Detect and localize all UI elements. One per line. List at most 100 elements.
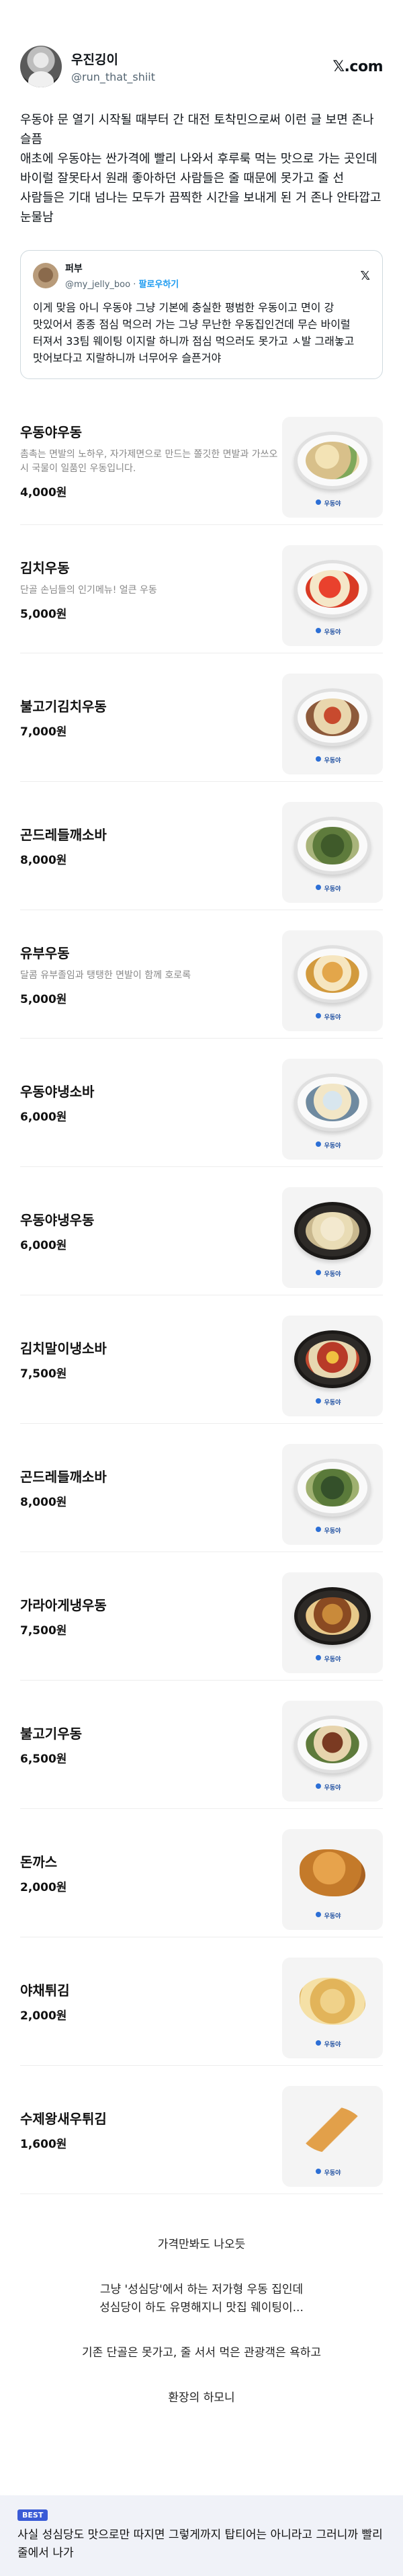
avatar[interactable] [20,46,62,87]
x-icon: 𝕏 [360,268,370,283]
menu-item-name: 수제왕새우튀김 [20,2111,107,2127]
quoted-author-sub: @my_jelly_boo · 팔로우하기 [65,277,360,290]
soup-image [306,827,359,864]
menu-item-photo[interactable]: 우동야 [282,802,383,903]
soup-image [306,1597,359,1635]
menu-item-photo[interactable]: 우동야 [282,1701,383,1802]
menu-item-text: 가라아게냉우동 7,500원 [20,1552,282,1680]
menu-item-name: 가라아게냉우동 [20,1597,107,1613]
menu-item-price: 8,000원 [20,854,67,867]
menu-item-photo[interactable]: 우동야 [282,1572,383,1673]
menu-item[interactable]: 유부우동 달콤 유부졸임과 탱탱한 면발이 함께 호로록 5,000원 우동야 [20,910,383,1039]
quoted-tweet[interactable]: 퍼부 @my_jelly_boo · 팔로우하기 𝕏 이게 맞음 아니 우동야 … [20,250,383,379]
menu-item-text: 김치우동 단골 손님들의 인기메뉴! 얼큰 우동 5,000원 [20,525,282,653]
brand-logo-icon: 우동야 [316,1012,348,1021]
menu-item-photo[interactable]: 우동야 [282,930,383,1031]
menu-item-text: 불고기우동 6,500원 [20,1681,282,1808]
tweet-body: 우동야 문 열기 시작될 때부터 간 대전 토착민으로써 이런 글 보면 존나 … [20,110,383,227]
menu-item-photo[interactable]: 우동야 [282,1316,383,1416]
bowl-image [294,688,371,746]
menu-item[interactable]: 불고기우동 6,500원 우동야 [20,1681,383,1809]
menu-item-text: 곤드레들깨소바 8,000원 [20,1424,282,1552]
menu-item-price: 8,000원 [20,1496,67,1509]
menu-item[interactable]: 우동야우동 촘촉는 면발의 노하우, 자가제면으로 만드는 쫄깃한 면발과 가쓰오… [20,397,383,525]
menu-item-price: 5,000원 [20,992,67,1006]
menu-item-photo[interactable]: 우동야 [282,1958,383,2058]
menu-item-photo[interactable]: 우동야 [282,1059,383,1160]
brand-logo-icon: 우동야 [316,2040,348,2048]
menu-item-description: 달콤 유부졸임과 탱탱한 면발이 함께 호로록 [20,969,191,981]
soup-image [306,570,359,608]
soup-image [306,442,359,479]
menu-item-photo[interactable]: 우동야 [282,674,383,774]
brand-logo-icon: 우동야 [316,1911,348,1920]
menu-item-name: 김치우동 [20,559,70,576]
best-comment: BEST 사실 성심당도 맛으로만 따지면 그렇게까지 탑티어는 아니라고 그러… [0,2495,403,2576]
menu-item-name: 우동야냉소바 [20,1084,95,1100]
menu-item-photo[interactable]: 우동야 [282,417,383,518]
menu-item-text: 야채튀김 2,000원 [20,1937,282,2065]
author-name[interactable]: 우진깅이 [71,50,332,68]
menu-item-photo[interactable]: 우동야 [282,1187,383,1288]
tweet-author: 우진깅이 @run_that_shiit [71,50,332,83]
caption-line-2-3: 그냥 '성심당'에서 하는 저가형 우동 집인데 성심당이 하도 유명해지니 맛… [0,2281,403,2317]
soup-image [306,1340,359,1378]
menu-item-name: 곤드레들깨소바 [20,827,107,843]
menu-item-price: 2,000원 [20,2009,67,2023]
menu-item[interactable]: 곤드레들깨소바 8,000원 우동야 [20,1424,383,1552]
bowl-image [294,817,371,875]
menu-item[interactable]: 야채튀김 2,000원우동야 [20,1937,383,2066]
brand-logo-icon: 우동야 [316,1269,348,1278]
menu-item[interactable]: 우동야냉우동 6,000원우동야 [20,1167,383,1295]
quoted-tweet-header: 퍼부 @my_jelly_boo · 팔로우하기 𝕏 [33,261,370,290]
menu-item-name: 불고기김치우동 [20,698,107,715]
quoted-avatar[interactable] [33,263,58,288]
menu-item-text: 우동야우동 촘촉는 면발의 노하우, 자가제면으로 만드는 쫄깃한 면발과 가쓰오… [20,397,282,524]
menu-item-name: 돈까스 [20,1854,58,1870]
soup-image [306,1084,359,1121]
menu-item-text: 유부우동 달콤 유부졸임과 탱탱한 면발이 함께 호로록 5,000원 [20,910,282,1038]
menu-item[interactable]: 가라아게냉우동 7,500원 우동야 [20,1552,383,1681]
menu-item-text: 돈까스 2,000원 [20,1809,282,1937]
soup-image [306,698,359,736]
menu-item-photo[interactable]: 우동야 [282,1444,383,1545]
menu-item-text: 우동야냉소바 6,000원 [20,1039,282,1166]
quoted-tweet-text: 이게 맞음 아니 우동야 그냥 기본에 충실한 평범한 우동이고 면이 강 맛있… [33,301,355,364]
author-handle[interactable]: @run_that_shiit [71,71,332,83]
bowl-image [294,1330,371,1388]
menu-item-text: 불고기김치우동 7,000원 [20,653,282,781]
menu-item-name: 불고기우동 [20,1726,82,1742]
menu-item[interactable]: 돈까스 2,000원우동야 [20,1809,383,1937]
menu-item[interactable]: 김치우동 단골 손님들의 인기메뉴! 얼큰 우동 5,000원 우동야 [20,525,383,653]
caption-line-1: 가격만봐도 나오듯 [157,2238,246,2251]
menu-item[interactable]: 불고기김치우동 7,000원 우동야 [20,653,383,782]
soup-image [306,1726,359,1763]
bowl-image [294,1459,371,1517]
menu-item[interactable]: 곤드레들깨소바 8,000원 우동야 [20,782,383,910]
menu-item[interactable]: 김치말이냉소바 7,500원 우동야 [20,1295,383,1424]
menu-item-photo[interactable]: 우동야 [282,1829,383,1930]
menu-item[interactable]: 우동야냉소바 6,000원 우동야 [20,1039,383,1167]
menu-item-name: 김치말이냉소바 [20,1340,107,1357]
brand-logo-icon: 우동야 [316,499,348,508]
menu-item-price: 7,000원 [20,725,67,739]
menu-item-price: 7,500원 [20,1624,67,1638]
follow-link[interactable]: 팔로우하기 [138,280,179,290]
menu-item-text: 곤드레들깨소바 8,000원 [20,782,282,910]
menu-list: 우동야우동 촘촉는 면발의 노하우, 자가제면으로 만드는 쫄깃한 면발과 가쓰오… [0,397,403,2194]
menu-item-price: 6,000원 [20,1239,67,1252]
bowl-image [294,1074,371,1131]
menu-item-text: 우동야냉우동 6,000원 [20,1167,282,1295]
caption: 가격만봐도 나오듯 그냥 '성심당'에서 하는 저가형 우동 집인데 성심당이 … [0,2236,403,2407]
caption-line-4: 기존 단골은 못가고, 줄 서서 먹은 관광객은 욕하고 [81,2346,322,2360]
bowl-image [294,560,371,618]
menu-item-photo[interactable]: 우동야 [282,2086,383,2187]
x-logo-icon[interactable]: 𝕏.com [332,58,383,75]
menu-item-name: 우동야우동 [20,424,82,440]
menu-item[interactable]: 수제왕새우튀김 1,600원 우동야 [20,2066,383,2194]
menu-item-text: 수제왕새우튀김 1,600원 [20,2066,282,2193]
menu-item-price: 6,000원 [20,1111,67,1124]
menu-item-photo[interactable]: 우동야 [282,545,383,646]
menu-item-price: 7,500원 [20,1367,67,1381]
menu-item-price: 5,000원 [20,607,67,621]
